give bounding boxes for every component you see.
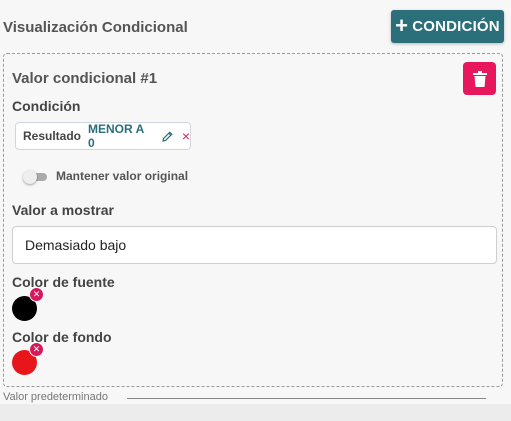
section-title: Visualización Condicional (3, 19, 188, 36)
pencil-icon[interactable] (161, 130, 174, 143)
value-to-show-label: Valor a mostrar (12, 202, 114, 218)
card-title: Valor condicional #1 (12, 70, 158, 87)
keep-original-toggle[interactable] (23, 170, 47, 184)
font-color-label: Color de fuente (12, 274, 115, 290)
conditional-display-panel: Visualización Condicional + CONDICIÓN Va… (0, 0, 511, 404)
clear-background-color-icon[interactable]: ✕ (29, 342, 44, 357)
add-condition-button[interactable]: + CONDICIÓN (391, 10, 504, 43)
divider (127, 398, 486, 399)
delete-condition-button[interactable] (463, 62, 496, 95)
value-to-show-input[interactable] (12, 226, 497, 264)
bottom-strip (0, 404, 511, 421)
toggle-thumb (23, 170, 37, 184)
condition-label: Condición (12, 98, 81, 114)
keep-original-label: Mantener valor original (56, 169, 189, 183)
condition-chip[interactable]: Resultado MENOR A 0 × (15, 122, 191, 150)
condition-field: Resultado (23, 129, 82, 143)
default-value-label: Valor predeterminado (3, 391, 108, 403)
close-icon[interactable]: × (182, 129, 190, 143)
condition-operator: MENOR A 0 (88, 122, 144, 150)
trash-icon (472, 70, 487, 87)
background-color-label: Color de fondo (12, 329, 112, 345)
conditional-value-card: Valor condicional #1 Condición Resultado… (3, 53, 503, 387)
add-condition-label: CONDICIÓN (412, 18, 500, 35)
plus-icon: + (395, 12, 409, 38)
clear-font-color-icon[interactable]: ✕ (29, 287, 44, 302)
